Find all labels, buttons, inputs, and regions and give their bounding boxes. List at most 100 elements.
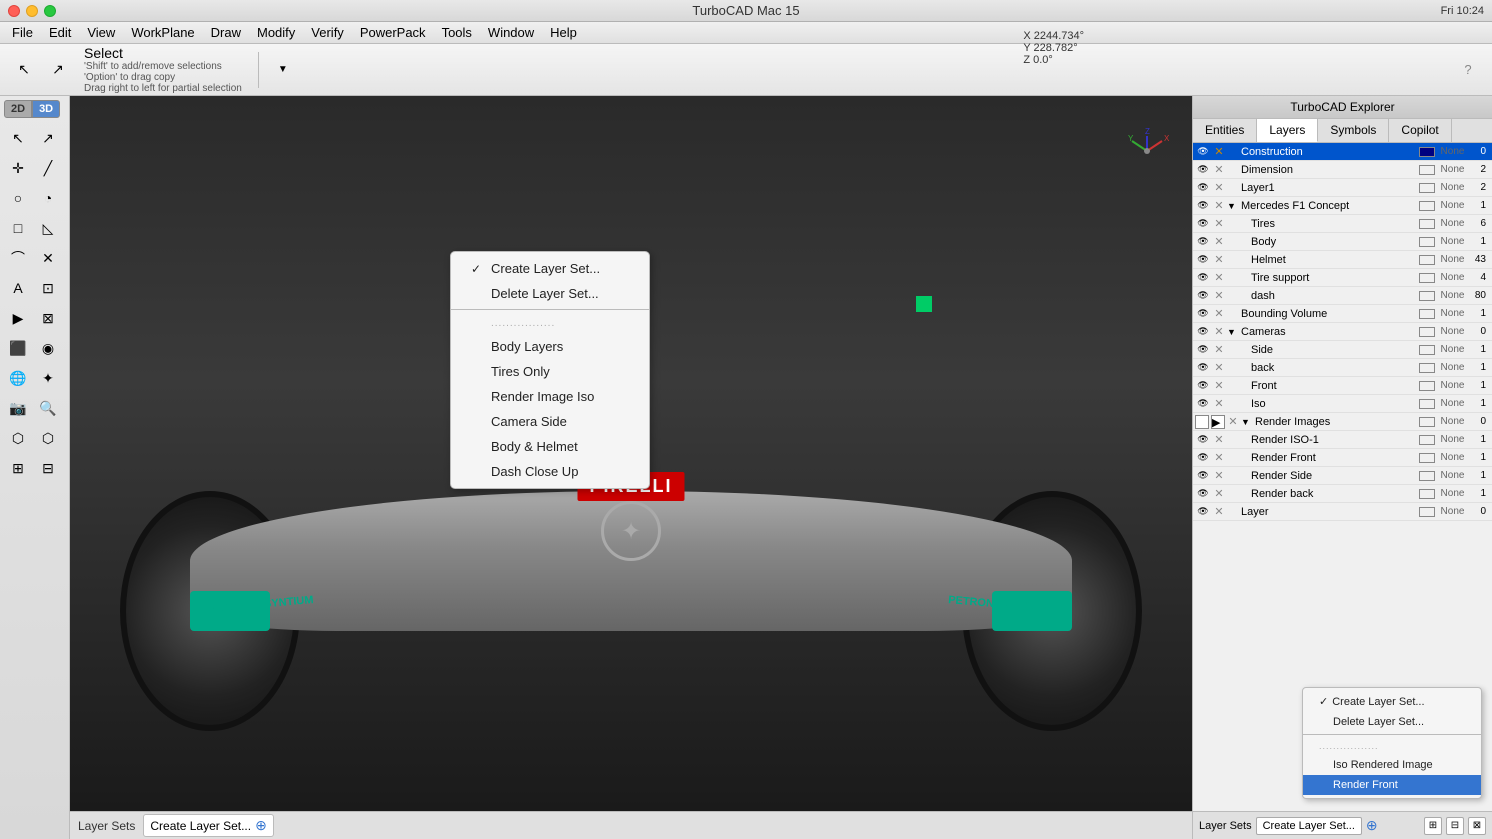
right-create-layer-set-btn[interactable]: Create Layer Set...	[1256, 817, 1362, 835]
arrow-select-tool-2[interactable]: ↗	[34, 124, 62, 152]
menu-tools[interactable]: Tools	[434, 23, 480, 42]
layer-row-cameras[interactable]: 👁 ✕ ▼ Cameras None 0	[1193, 323, 1492, 341]
menu-window[interactable]: Window	[480, 23, 542, 42]
dropdown-item-body-helmet[interactable]: Body & Helmet	[451, 434, 649, 459]
close-button[interactable]	[8, 5, 20, 17]
light-tool[interactable]: ✦	[34, 364, 62, 392]
layer-row-dimension[interactable]: 👁 ✕ Dimension None 2	[1193, 161, 1492, 179]
curve-tool[interactable]: ⌒	[4, 244, 32, 272]
layer-row-tire-support[interactable]: 👁 ✕ Tire support None 4	[1193, 269, 1492, 287]
layer-eye-construction[interactable]: 👁	[1195, 146, 1211, 157]
layer-row-layer1[interactable]: 👁 ✕ Layer1 None 2	[1193, 179, 1492, 197]
grid-tool[interactable]: ⊞	[4, 454, 32, 482]
menu-verify[interactable]: Verify	[303, 23, 352, 42]
layer-row-body[interactable]: 👁 ✕ Body None 1	[1193, 233, 1492, 251]
layer-row-construction[interactable]: 👁 ✕ Construction None 0	[1193, 143, 1492, 161]
layer-row-mercedes[interactable]: 👁 ✕ ▼ Mercedes F1 Concept None 1	[1193, 197, 1492, 215]
dropdown-item-dash-close-up[interactable]: Dash Close Up	[451, 459, 649, 484]
dropdown-item-tires-only[interactable]: Tires Only	[451, 359, 649, 384]
layer-row-render-back[interactable]: 👁 ✕ Render back None 1	[1193, 485, 1492, 503]
expand-cameras[interactable]: ▼	[1227, 327, 1239, 337]
toolbar-select-section: ↖ ↗ Select 'Shift' to add/remove selecti…	[8, 45, 250, 94]
insert-tool[interactable]: ▶	[4, 304, 32, 332]
toolbar-dropdown-btn[interactable]: ▼	[267, 54, 299, 86]
render-images-play[interactable]: ▶	[1211, 415, 1225, 429]
hatch-tool[interactable]: ⊠	[34, 304, 62, 332]
layer-row-dash[interactable]: 👁 ✕ dash None 80	[1193, 287, 1492, 305]
3d-mode-button[interactable]: 3D	[32, 100, 60, 118]
dropdown-item-render-image-iso[interactable]: Render Image Iso	[451, 384, 649, 409]
hint1: 'Shift' to add/remove selections	[84, 61, 242, 72]
bottom-icon-1[interactable]: ⊞	[1424, 817, 1442, 835]
circle-tool[interactable]: ○	[4, 184, 32, 212]
menu-view[interactable]: View	[79, 23, 123, 42]
2d-mode-button[interactable]: 2D	[4, 100, 32, 118]
menu-workplane[interactable]: WorkPlane	[123, 23, 202, 42]
toolbar-help-btn[interactable]: ?	[1452, 54, 1484, 86]
layer-row-front[interactable]: 👁 ✕ Front None 1	[1193, 377, 1492, 395]
rect-tool[interactable]: □	[4, 214, 32, 242]
dropdown-item-create-layer-set[interactable]: ✓ Create Layer Set...	[451, 256, 649, 281]
sphere-tool[interactable]: ◉	[34, 334, 62, 362]
menu-powerpack[interactable]: PowerPack	[352, 23, 434, 42]
arrow-select-tool[interactable]: ↖	[4, 124, 32, 152]
text-tool[interactable]: A	[4, 274, 32, 302]
layer-row-iso[interactable]: 👁 ✕ Iso None 1	[1193, 395, 1492, 413]
coord-x: X 2244.734°	[1023, 30, 1084, 42]
magnify-tool[interactable]: 🔍	[34, 394, 62, 422]
render-images-checkbox[interactable]	[1195, 415, 1209, 429]
layer-row-bounding-volume[interactable]: 👁 ✕ Bounding Volume None 1	[1193, 305, 1492, 323]
bottom-icon-3[interactable]: ⊠	[1468, 817, 1486, 835]
expand-render-images[interactable]: ▼	[1241, 417, 1253, 427]
tab-symbols[interactable]: Symbols	[1318, 119, 1389, 142]
eraser-tool[interactable]: ✕	[34, 244, 62, 272]
menu-modify[interactable]: Modify	[249, 23, 303, 42]
layer-row-helmet[interactable]: 👁 ✕ Helmet None 43	[1193, 251, 1492, 269]
dropdown-item-camera-side[interactable]: Camera Side	[451, 409, 649, 434]
tab-layers[interactable]: Layers	[1257, 119, 1318, 142]
expand-mercedes[interactable]: ▼	[1227, 201, 1239, 211]
small-dropdown-delete[interactable]: Delete Layer Set...	[1303, 712, 1481, 732]
dropdown-item-delete-layer-set[interactable]: Delete Layer Set...	[451, 281, 649, 306]
view-iso-tool[interactable]: ⬡	[34, 424, 62, 452]
menu-file[interactable]: File	[4, 23, 41, 42]
layer-row-render-images[interactable]: ▶ ✕ ▼ Render Images None 0	[1193, 413, 1492, 431]
dimension-tool[interactable]: ⊡	[34, 274, 62, 302]
line-tool[interactable]: ╱	[34, 154, 62, 182]
small-dropdown-create[interactable]: ✓ Create Layer Set...	[1303, 691, 1481, 712]
layer-row-tires[interactable]: 👁 ✕ Tires None 6	[1193, 215, 1492, 233]
small-dropdown-iso-rendered[interactable]: Iso Rendered Image	[1303, 755, 1481, 775]
layer-eye-dimension[interactable]: 👁	[1195, 164, 1211, 175]
move-tool[interactable]: ✛	[4, 154, 32, 182]
arc-tool[interactable]: ◔	[34, 184, 62, 212]
right-dropdown-arrow[interactable]: ⊕	[1366, 817, 1378, 834]
layer-x-construction[interactable]: ✕	[1211, 145, 1227, 158]
dropdown-item-body-layers[interactable]: Body Layers	[451, 334, 649, 359]
maximize-button[interactable]	[44, 5, 56, 17]
bottom-icon-2[interactable]: ⊟	[1446, 817, 1464, 835]
layer-row-render-front[interactable]: 👁 ✕ Render Front None 1	[1193, 449, 1492, 467]
layer-name-layer1: Layer1	[1239, 182, 1419, 194]
layer-row-render-side[interactable]: 👁 ✕ Render Side None 1	[1193, 467, 1492, 485]
menu-draw[interactable]: Draw	[203, 23, 249, 42]
layer-row-render-iso1[interactable]: 👁 ✕ Render ISO-1 None 1	[1193, 431, 1492, 449]
snap-tool[interactable]: ⊟	[34, 454, 62, 482]
layer-row-back[interactable]: 👁 ✕ back None 1	[1193, 359, 1492, 377]
box-3d-tool[interactable]: ⬛	[4, 334, 32, 362]
camera-tool[interactable]: 📷	[4, 394, 32, 422]
minimize-button[interactable]	[26, 5, 38, 17]
tab-copilot[interactable]: Copilot	[1389, 119, 1451, 142]
layer-sets-dropdown[interactable]: Create Layer Set... ⊕	[143, 814, 273, 837]
render-tool[interactable]: 🌐	[4, 364, 32, 392]
tab-entities[interactable]: Entities	[1193, 119, 1257, 142]
layer-row-layer[interactable]: 👁 ✕ Layer None 0	[1193, 503, 1492, 521]
view-3d-tool[interactable]: ⬡	[4, 424, 32, 452]
layer-x-dimension[interactable]: ✕	[1211, 163, 1227, 176]
select-arrow-tool[interactable]: ↖	[8, 54, 40, 86]
menu-edit[interactable]: Edit	[41, 23, 79, 42]
polyline-tool[interactable]: ◺	[34, 214, 62, 242]
select-tool-alt[interactable]: ↗	[42, 54, 74, 86]
layer-row-side[interactable]: 👁 ✕ Side None 1	[1193, 341, 1492, 359]
small-dropdown-render-front[interactable]: Render Front	[1303, 775, 1481, 795]
menu-help[interactable]: Help	[542, 23, 585, 42]
